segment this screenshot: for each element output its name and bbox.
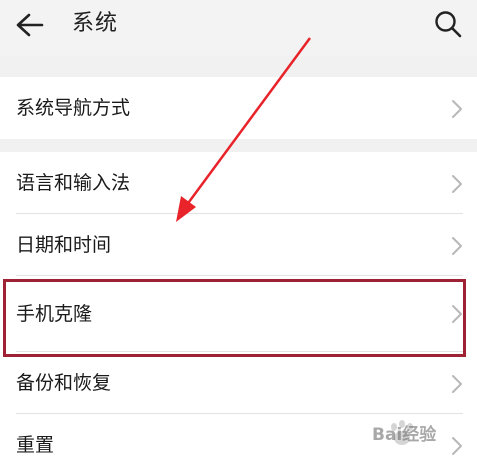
list-item-label: 日期和时间 [16,234,112,256]
chevron-right-icon [452,375,462,393]
highlight-box [3,279,466,357]
list-item-label: 系统导航方式 [16,97,131,119]
list-item-label: 重置 [16,434,55,456]
back-arrow-icon[interactable] [12,10,48,40]
top-app-bar: 系统 [0,0,477,56]
chevron-right-icon [452,175,462,193]
list-item-label: 语言和输入法 [16,172,131,194]
list-item-label: 备份和恢复 [16,372,112,394]
search-icon[interactable] [432,8,464,40]
list-item-system-navigation[interactable]: 系统导航方式 [0,77,477,139]
settings-system-screen: 系统 系统导航方式 语言和输入法 日期和时间 手机克隆 备份和恢复 重置 Bai… [0,0,477,467]
chevron-right-icon [452,237,462,255]
page-title: 系统 [72,11,119,36]
watermark-text: Bai经验 [372,425,437,445]
list-item-date-time[interactable]: 日期和时间 [0,214,477,276]
chevron-right-icon [452,100,462,118]
list-item-language-input[interactable]: 语言和输入法 [0,152,477,214]
list-item-backup-restore[interactable]: 备份和恢复 [0,352,477,414]
settings-group-navigation: 系统导航方式 [0,77,477,139]
